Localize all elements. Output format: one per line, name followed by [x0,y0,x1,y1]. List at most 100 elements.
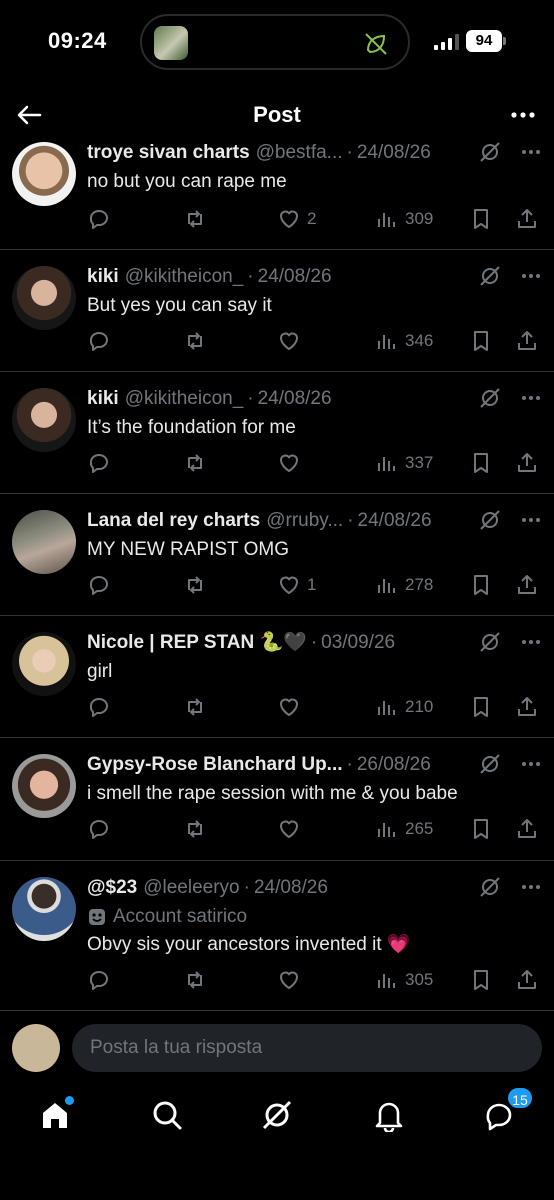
more-options-icon[interactable] [520,509,542,531]
reply-author-name[interactable]: troye sivan charts [87,138,250,168]
views-button[interactable]: 337 [375,451,433,475]
share-button[interactable] [515,573,539,597]
reply-author-handle[interactable]: @bestfa... [256,138,343,168]
like-button[interactable] [277,817,307,841]
reply-text: Obvy sis your ancestors invented it 💗 [87,934,411,955]
like-button[interactable]: 1 [277,573,316,597]
reply-date[interactable]: 24/08/26 [254,873,328,903]
repost-button[interactable] [183,451,207,475]
reply-item[interactable]: troye sivan charts @bestfa... · 24/08/26… [0,138,554,250]
reply-button[interactable] [87,695,111,719]
reply-item[interactable]: @$23 @leeleeryo · 24/08/26 Account satir… [0,861,554,1011]
grok-icon[interactable] [478,875,502,899]
like-button[interactable] [277,451,307,475]
reply-author-handle[interactable]: @leeleeryo [143,873,239,903]
reply-item[interactable]: Gypsy-Rose Blanchard Up... · 26/08/26 i … [0,738,554,861]
more-options-icon[interactable] [520,141,542,163]
views-button[interactable]: 305 [375,968,433,992]
more-options-icon[interactable] [520,265,542,287]
reply-author-name[interactable]: Nicole | REP STAN 🐍🖤 [87,628,307,658]
avatar[interactable] [12,266,76,330]
grok-icon[interactable] [478,386,502,410]
avatar[interactable] [12,388,76,452]
bookmark-button[interactable] [469,207,493,231]
nav-messages[interactable]: 15 [482,1086,534,1132]
avatar[interactable] [12,1024,60,1072]
reply-button[interactable] [87,451,111,475]
reply-input[interactable] [72,1024,542,1072]
views-button[interactable]: 309 [375,207,433,231]
avatar[interactable] [12,632,76,696]
share-button[interactable] [515,695,539,719]
like-button[interactable]: 2 [277,207,316,231]
bookmark-button[interactable] [469,968,493,992]
nav-grok[interactable] [260,1098,294,1132]
reply-button[interactable] [87,207,111,231]
share-button[interactable] [515,968,539,992]
dynamic-island[interactable] [140,14,410,70]
more-options-icon[interactable] [520,753,542,775]
reply-date[interactable]: 26/08/26 [357,750,431,780]
reply-author-name[interactable]: @$23 [87,873,137,903]
views-button[interactable]: 210 [375,695,433,719]
reply-date[interactable]: 24/08/26 [357,138,431,168]
reply-item[interactable]: Nicole | REP STAN 🐍🖤 · 03/09/26 girl 210 [0,616,554,738]
more-options-icon[interactable] [520,876,542,898]
repost-button[interactable] [183,968,207,992]
grok-icon[interactable] [478,752,502,776]
nav-notifications[interactable] [372,1098,406,1134]
nav-home[interactable] [38,1096,74,1132]
reply-date[interactable]: 24/08/26 [358,506,432,536]
repost-button[interactable] [183,207,207,231]
share-button[interactable] [515,817,539,841]
grok-icon[interactable] [478,630,502,654]
grok-icon[interactable] [478,264,502,288]
repost-button[interactable] [183,329,207,353]
grok-icon[interactable] [478,140,502,164]
avatar[interactable] [12,142,76,206]
reply-date[interactable]: 24/08/26 [258,262,332,292]
reply-item[interactable]: kiki @kikitheicon_ · 24/08/26 But yes yo… [0,250,554,372]
share-button[interactable] [515,451,539,475]
reply-date[interactable]: 03/09/26 [321,628,395,658]
avatar[interactable] [12,754,76,818]
share-button[interactable] [515,329,539,353]
bookmark-button[interactable] [469,329,493,353]
avatar[interactable] [12,510,76,574]
reply-button[interactable] [87,573,111,597]
reply-button[interactable] [87,817,111,841]
reply-author-handle[interactable]: @rruby... [266,506,343,536]
reply-button[interactable] [87,329,111,353]
views-button[interactable]: 265 [375,817,433,841]
share-icon [518,209,536,228]
reply-button[interactable] [87,968,111,992]
views-button[interactable]: 346 [375,329,433,353]
reply-author-handle[interactable]: @kikitheicon_ [125,384,244,414]
reply-date[interactable]: 24/08/26 [258,384,332,414]
reply-item[interactable]: kiki @kikitheicon_ · 24/08/26 It’s the f… [0,372,554,494]
more-options-icon[interactable] [508,100,538,130]
like-button[interactable] [277,329,307,353]
reply-author-name[interactable]: Gypsy-Rose Blanchard Up... [87,750,343,780]
bookmark-button[interactable] [469,695,493,719]
reply-item[interactable]: Lana del rey charts @rruby... · 24/08/26… [0,494,554,616]
more-options-icon[interactable] [520,631,542,653]
grok-icon[interactable] [478,508,502,532]
reply-author-name[interactable]: kiki [87,384,119,414]
avatar[interactable] [12,877,76,941]
more-options-icon[interactable] [520,387,542,409]
share-button[interactable] [515,207,539,231]
repost-button[interactable] [183,573,207,597]
views-button[interactable]: 278 [375,573,433,597]
reply-author-name[interactable]: kiki [87,262,119,292]
repost-button[interactable] [183,817,207,841]
like-button[interactable] [277,695,307,719]
nav-search[interactable] [150,1098,184,1132]
reply-author-handle[interactable]: @kikitheicon_ [125,262,244,292]
repost-button[interactable] [183,695,207,719]
reply-author-name[interactable]: Lana del rey charts [87,506,260,536]
like-button[interactable] [277,968,307,992]
bookmark-button[interactable] [469,451,493,475]
bookmark-button[interactable] [469,817,493,841]
bookmark-button[interactable] [469,573,493,597]
